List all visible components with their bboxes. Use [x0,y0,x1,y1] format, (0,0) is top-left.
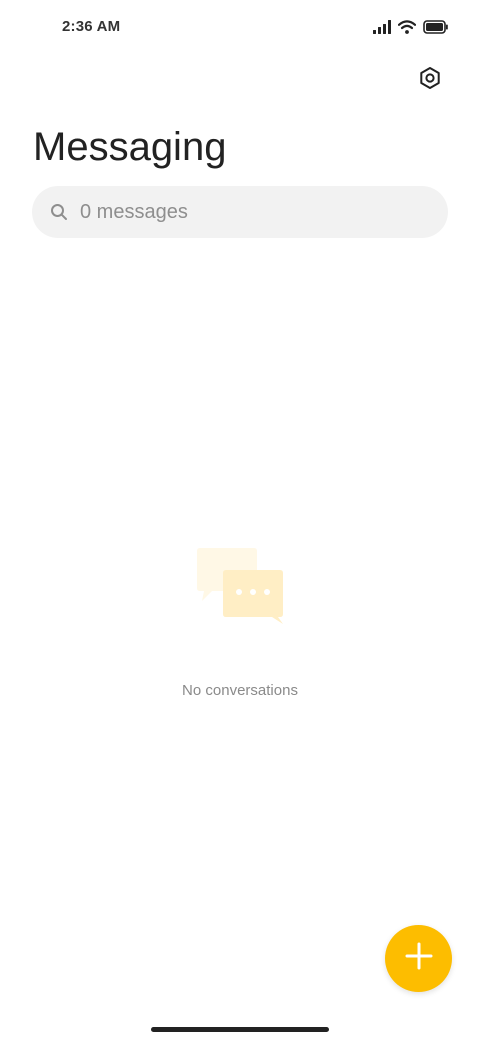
search-bar[interactable] [32,186,448,238]
status-icons [373,18,448,36]
gear-icon [418,66,442,95]
status-bar: 2:36 AM [0,0,480,56]
wifi-icon [398,20,416,34]
empty-state-text: No conversations [182,682,298,699]
page-title: Messaging [33,125,227,169]
status-time: 2:36 AM [62,18,121,35]
search-input[interactable] [80,200,400,224]
new-conversation-button[interactable] [385,925,452,992]
settings-button[interactable] [412,62,448,98]
battery-icon [423,20,448,34]
search-icon [50,203,68,221]
signal-icon [373,20,391,34]
chat-bubbles-icon [190,544,290,628]
home-indicator[interactable] [151,1027,329,1032]
plus-icon [405,942,433,975]
